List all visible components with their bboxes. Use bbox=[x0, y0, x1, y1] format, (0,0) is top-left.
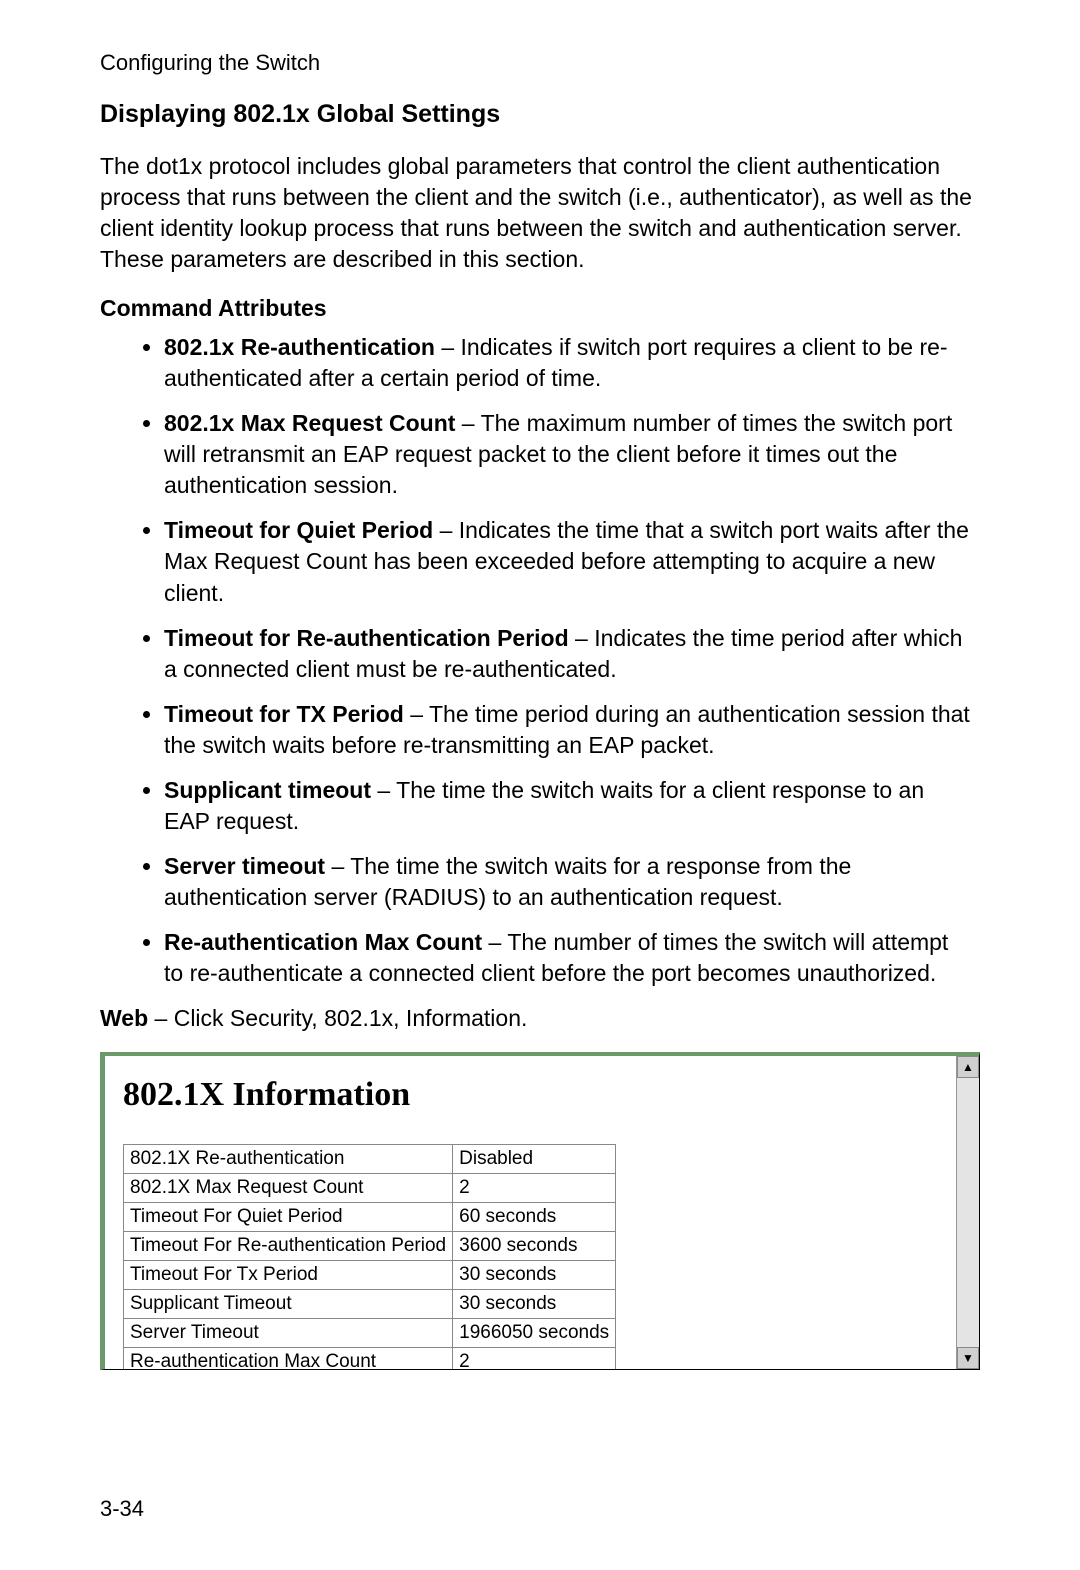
cell-label: Re-authentication Max Count bbox=[124, 1348, 453, 1370]
cell-label: 802.1X Re-authentication bbox=[124, 1145, 453, 1174]
intro-paragraph: The dot1x protocol includes global param… bbox=[100, 151, 980, 275]
table-row: 802.1X Re-authenticationDisabled bbox=[124, 1145, 616, 1174]
table-row: Supplicant Timeout30 seconds bbox=[124, 1290, 616, 1319]
panel-title: 802.1X Information bbox=[123, 1076, 938, 1114]
table-row: Server Timeout1966050 seconds bbox=[124, 1319, 616, 1348]
command-attributes-heading: Command Attributes bbox=[100, 295, 980, 322]
table-row: Timeout For Tx Period30 seconds bbox=[124, 1261, 616, 1290]
cell-label: 802.1X Max Request Count bbox=[124, 1174, 453, 1203]
attr-term: Timeout for TX Period bbox=[164, 701, 404, 727]
table-row: Timeout For Re-authentication Period3600… bbox=[124, 1232, 616, 1261]
screenshot-content: 802.1X Information 802.1X Re-authenticat… bbox=[105, 1056, 956, 1369]
web-prefix: Web bbox=[100, 1005, 148, 1031]
attr-term: 802.1x Re-authentication bbox=[164, 334, 435, 360]
cell-label: Timeout For Re-authentication Period bbox=[124, 1232, 453, 1261]
table-row: Timeout For Quiet Period60 seconds bbox=[124, 1203, 616, 1232]
info-table: 802.1X Re-authenticationDisabled 802.1X … bbox=[123, 1144, 616, 1369]
list-item: 802.1x Max Request Count – The maximum n… bbox=[164, 408, 980, 501]
list-item: 802.1x Re-authentication – Indicates if … bbox=[164, 332, 980, 394]
cell-value: 2 bbox=[453, 1348, 616, 1370]
cell-label: Timeout For Quiet Period bbox=[124, 1203, 453, 1232]
page-number: 3-34 bbox=[100, 1496, 144, 1522]
cell-value: Disabled bbox=[453, 1145, 616, 1174]
attr-term: Supplicant timeout bbox=[164, 777, 371, 803]
attr-term: Timeout for Quiet Period bbox=[164, 517, 433, 543]
attr-term: Timeout for Re-authentication Period bbox=[164, 625, 569, 651]
vertical-scrollbar[interactable]: ▲ ▼ bbox=[956, 1056, 979, 1369]
chevron-up-icon: ▲ bbox=[962, 1061, 974, 1073]
screenshot-panel: 802.1X Information 802.1X Re-authenticat… bbox=[100, 1052, 980, 1370]
cell-value: 60 seconds bbox=[453, 1203, 616, 1232]
command-attributes-list: 802.1x Re-authentication – Indicates if … bbox=[100, 332, 980, 989]
table-row: Re-authentication Max Count2 bbox=[124, 1348, 616, 1370]
cell-value: 2 bbox=[453, 1174, 616, 1203]
list-item: Supplicant timeout – The time the switch… bbox=[164, 775, 980, 837]
scroll-track[interactable] bbox=[957, 1078, 979, 1347]
cell-label: Server Timeout bbox=[124, 1319, 453, 1348]
list-item: Server timeout – The time the switch wai… bbox=[164, 851, 980, 913]
scroll-down-button[interactable]: ▼ bbox=[957, 1347, 979, 1369]
table-row: 802.1X Max Request Count2 bbox=[124, 1174, 616, 1203]
cell-value: 1966050 seconds bbox=[453, 1319, 616, 1348]
list-item: Timeout for TX Period – The time period … bbox=[164, 699, 980, 761]
cell-value: 30 seconds bbox=[453, 1290, 616, 1319]
cell-value: 30 seconds bbox=[453, 1261, 616, 1290]
attr-term: 802.1x Max Request Count bbox=[164, 410, 455, 436]
list-item: Timeout for Quiet Period – Indicates the… bbox=[164, 515, 980, 608]
cell-label: Timeout For Tx Period bbox=[124, 1261, 453, 1290]
web-rest: – Click Security, 802.1x, Information. bbox=[148, 1005, 527, 1031]
attr-term: Server timeout bbox=[164, 853, 325, 879]
cell-value: 3600 seconds bbox=[453, 1232, 616, 1261]
running-header: Configuring the Switch bbox=[100, 50, 980, 76]
section-title: Displaying 802.1x Global Settings bbox=[100, 100, 980, 129]
cell-label: Supplicant Timeout bbox=[124, 1290, 453, 1319]
attr-term: Re-authentication Max Count bbox=[164, 929, 482, 955]
web-navigation-line: Web – Click Security, 802.1x, Informatio… bbox=[100, 1005, 980, 1032]
list-item: Re-authentication Max Count – The number… bbox=[164, 927, 980, 989]
chevron-down-icon: ▼ bbox=[962, 1352, 974, 1364]
list-item: Timeout for Re-authentication Period – I… bbox=[164, 623, 980, 685]
scroll-up-button[interactable]: ▲ bbox=[957, 1056, 979, 1078]
